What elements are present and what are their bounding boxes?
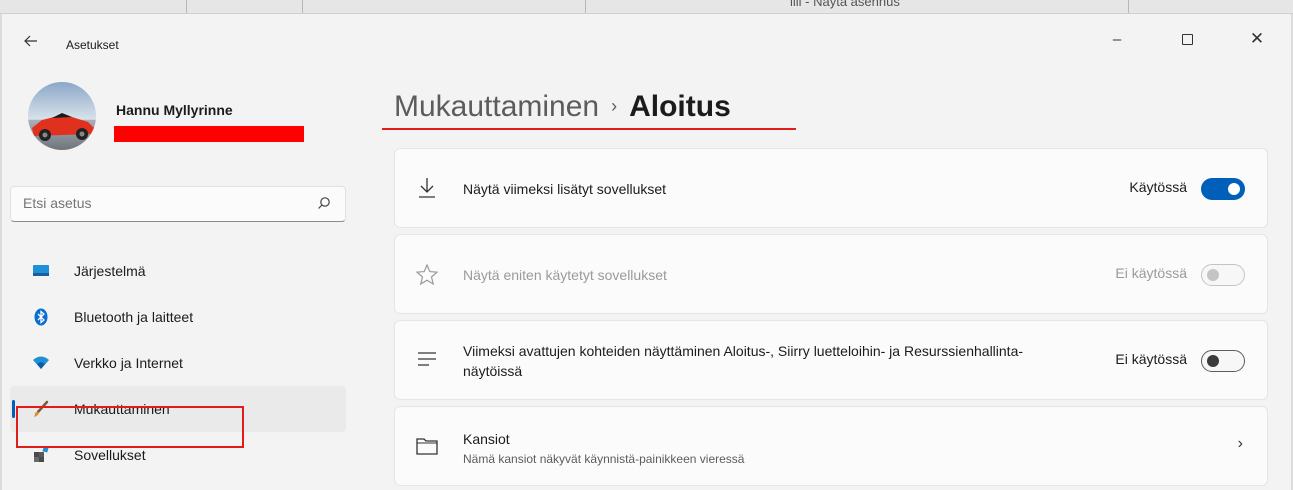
settings-window: Asetukset – ✕ Hannu Myllyrinne Etsi aset… (2, 14, 1291, 490)
setting-label: Viimeksi avattujen kohteiden näyttäminen… (463, 343, 1024, 379)
title-bar: Asetukset – ✕ (2, 14, 1291, 72)
background-window-text: liii - Näytä asennus (790, 0, 900, 9)
sidebar-item-label: Verkko ja Internet (74, 355, 183, 371)
toggle-switch[interactable] (1201, 178, 1245, 200)
app-title: Asetukset (66, 38, 119, 52)
search-box[interactable] (10, 186, 346, 222)
close-button[interactable]: ✕ (1234, 24, 1280, 54)
setting-label: Näytä eniten käytetyt sovellukset (463, 267, 667, 283)
setting-label-group: Kansiot Nämä kansiot näkyvät käynnistä-p… (463, 429, 744, 467)
setting-recently-added-apps[interactable]: Näytä viimeksi lisätyt sovellukset Käytö… (394, 148, 1268, 228)
monitor-icon (32, 262, 50, 280)
background-divider (302, 0, 303, 13)
folder-icon (415, 437, 439, 455)
annotation-highlight-box (16, 406, 244, 448)
minimize-icon: – (1112, 30, 1122, 48)
maximize-icon (1181, 33, 1193, 45)
toggle-switch[interactable] (1201, 264, 1245, 286)
page-title: Aloitus (629, 90, 731, 123)
setting-description: Nämä kansiot näkyvät käynnistä-painikkee… (463, 452, 745, 466)
background-divider (585, 0, 586, 13)
close-icon: ✕ (1249, 29, 1265, 48)
breadcrumb-separator: › (611, 96, 618, 116)
toggle-switch[interactable] (1201, 350, 1245, 372)
redaction-bar (114, 126, 304, 142)
sidebar-item-jarjestelma[interactable]: Järjestelmä (10, 248, 346, 294)
search-input[interactable] (23, 195, 303, 211)
setting-recently-opened-items[interactable]: Viimeksi avattujen kohteiden näyttäminen… (394, 320, 1268, 400)
toggle-state-text: Käytössä (1129, 179, 1187, 195)
sidebar-item-verkko[interactable]: Verkko ja Internet (10, 340, 346, 386)
minimize-button[interactable]: – (1094, 24, 1140, 54)
chevron-right-icon: › (1237, 435, 1243, 452)
sidebar-item-label: Bluetooth ja laitteet (74, 309, 194, 325)
setting-folders[interactable]: Kansiot Nämä kansiot näkyvät käynnistä-p… (394, 406, 1268, 486)
apps-icon (32, 446, 50, 464)
user-name: Hannu Myllyrinne (116, 102, 233, 118)
sidebar-item-label: Järjestelmä (74, 263, 146, 279)
toggle-state-text: Ei käytössä (1115, 265, 1187, 281)
setting-most-used-apps[interactable]: Näytä eniten käytetyt sovellukset Ei käy… (394, 234, 1268, 314)
setting-label: Näytä viimeksi lisätyt sovellukset (463, 181, 667, 197)
annotation-underline (382, 128, 796, 130)
background-divider (186, 0, 187, 13)
toggle-state-text: Ei käytössä (1115, 351, 1187, 367)
sidebar-item-label: Sovellukset (74, 447, 146, 463)
setting-label: Kansiot (463, 431, 510, 447)
download-icon (415, 177, 439, 199)
active-indicator (12, 400, 15, 418)
star-icon (415, 264, 439, 285)
breadcrumb-parent[interactable]: Mukauttaminen (394, 90, 599, 123)
maximize-button[interactable] (1164, 24, 1210, 54)
back-button[interactable] (24, 32, 38, 52)
search-icon[interactable] (317, 196, 331, 213)
sidebar-item-bluetooth[interactable]: Bluetooth ja laitteet (10, 294, 346, 340)
avatar (28, 82, 96, 150)
arrow-left-icon (24, 35, 37, 47)
bluetooth-icon (32, 308, 50, 326)
list-icon (415, 351, 439, 367)
background-window-strip: liii - Näytä asennus (0, 0, 1293, 14)
wifi-icon (32, 354, 50, 372)
background-divider (1128, 0, 1129, 13)
car-picture (32, 113, 94, 141)
breadcrumb: Mukauttaminen › Aloitus (394, 90, 731, 124)
